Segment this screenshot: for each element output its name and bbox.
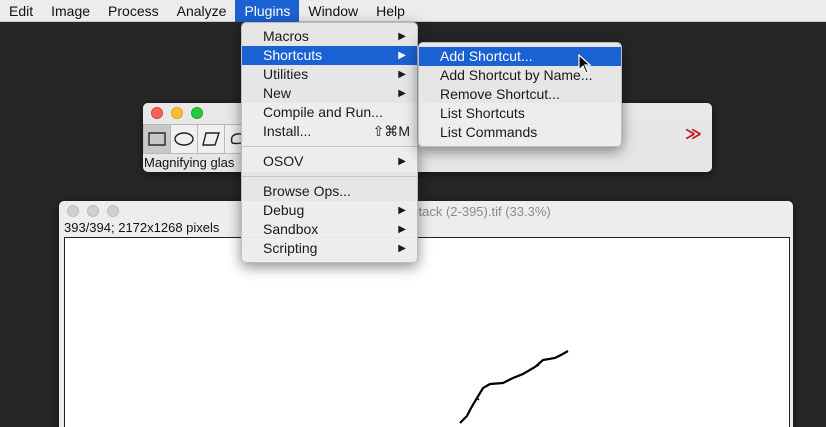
menu-item-compile-and-run[interactable]: Compile and Run... <box>242 103 417 122</box>
more-tools-icon[interactable]: ≫ <box>685 124 702 144</box>
submenu-arrow-icon: ▶ <box>398 88 406 99</box>
menu-item-label: List Commands <box>440 124 538 140</box>
plugins-menu: Macros ▶ Shortcuts ▶ Utilities ▶ New ▶ C… <box>241 22 418 263</box>
menu-item-label: Debug <box>263 202 305 218</box>
menu-plugins[interactable]: Plugins <box>235 0 300 22</box>
image-canvas[interactable] <box>64 237 790 427</box>
menu-edit[interactable]: Edit <box>0 0 42 22</box>
submenu-arrow-icon: ▶ <box>398 224 406 235</box>
submenu-arrow-icon: ▶ <box>398 205 406 216</box>
menu-item-label: Shortcuts <box>263 47 323 63</box>
close-icon[interactable] <box>151 107 163 119</box>
menu-separator <box>242 176 417 177</box>
menu-help[interactable]: Help <box>367 0 414 22</box>
image-content <box>459 350 569 424</box>
menu-item-remove-shortcut[interactable]: Remove Shortcut... <box>419 85 621 104</box>
image-title-bar[interactable]: stack (2-395).tif (33.3%) <box>59 201 793 221</box>
menu-item-browse-ops[interactable]: Browse Ops... <box>242 182 417 201</box>
minimize-icon[interactable] <box>87 205 99 217</box>
menu-bar: Edit Image Process Analyze Plugins Windo… <box>0 0 826 22</box>
toolbar-status-text: Magnifying glas <box>144 155 235 170</box>
menu-window[interactable]: Window <box>299 0 367 22</box>
image-window-title: stack (2-395).tif (33.3%) <box>412 204 551 219</box>
menu-item-label: Add Shortcut... <box>440 48 533 64</box>
menu-item-sandbox[interactable]: Sandbox ▶ <box>242 220 417 239</box>
menu-item-label: Add Shortcut by Name... <box>440 67 593 83</box>
menu-process[interactable]: Process <box>99 0 168 22</box>
oval-tool-icon[interactable] <box>170 124 198 154</box>
mouse-cursor-icon <box>578 54 592 74</box>
zoom-icon[interactable] <box>191 107 203 119</box>
menu-item-label: Browse Ops... <box>263 183 351 199</box>
menu-item-label: Install... <box>263 123 312 139</box>
menu-image[interactable]: Image <box>42 0 99 22</box>
submenu-arrow-icon: ▶ <box>398 69 406 80</box>
menu-item-label: Remove Shortcut... <box>440 86 560 102</box>
close-icon[interactable] <box>67 205 79 217</box>
menu-item-label: List Shortcuts <box>440 105 525 121</box>
image-info-text: 393/394; 2172x1268 pixels <box>64 220 220 235</box>
menu-item-label: Sandbox <box>263 221 319 237</box>
menu-item-debug[interactable]: Debug ▶ <box>242 201 417 220</box>
zoom-icon[interactable] <box>107 205 119 217</box>
menu-item-label: Utilities <box>263 66 309 82</box>
menu-item-label: Scripting <box>263 240 318 256</box>
menu-item-shortcuts[interactable]: Shortcuts ▶ <box>242 46 417 65</box>
menu-item-osov[interactable]: OSOV ▶ <box>242 152 417 171</box>
menu-item-list-shortcuts[interactable]: List Shortcuts <box>419 104 621 123</box>
submenu-arrow-icon: ▶ <box>398 156 406 167</box>
menu-item-macros[interactable]: Macros ▶ <box>242 27 417 46</box>
menu-separator <box>242 146 417 147</box>
keyboard-shortcut: ⇧⌘M <box>372 123 410 139</box>
submenu-arrow-icon: ▶ <box>398 31 406 42</box>
submenu-arrow-icon: ▶ <box>398 243 406 254</box>
menu-item-scripting[interactable]: Scripting ▶ <box>242 239 417 258</box>
menu-item-utilities[interactable]: Utilities ▶ <box>242 65 417 84</box>
menu-item-new[interactable]: New ▶ <box>242 84 417 103</box>
minimize-icon[interactable] <box>171 107 183 119</box>
menu-analyze[interactable]: Analyze <box>168 0 236 22</box>
submenu-arrow-icon: ▶ <box>398 50 406 61</box>
image-window: stack (2-395).tif (33.3%) 393/394; 2172x… <box>59 201 793 427</box>
menu-item-install[interactable]: Install... ⇧⌘M <box>242 122 417 141</box>
rectangle-tool-icon[interactable] <box>143 124 171 154</box>
menu-item-list-commands[interactable]: List Commands <box>419 123 621 142</box>
menu-item-label: New <box>263 85 292 101</box>
menu-item-label: Macros <box>263 28 309 44</box>
polygon-tool-icon[interactable] <box>197 124 225 154</box>
menu-item-label: Compile and Run... <box>263 104 383 120</box>
menu-item-label: OSOV <box>263 153 304 169</box>
